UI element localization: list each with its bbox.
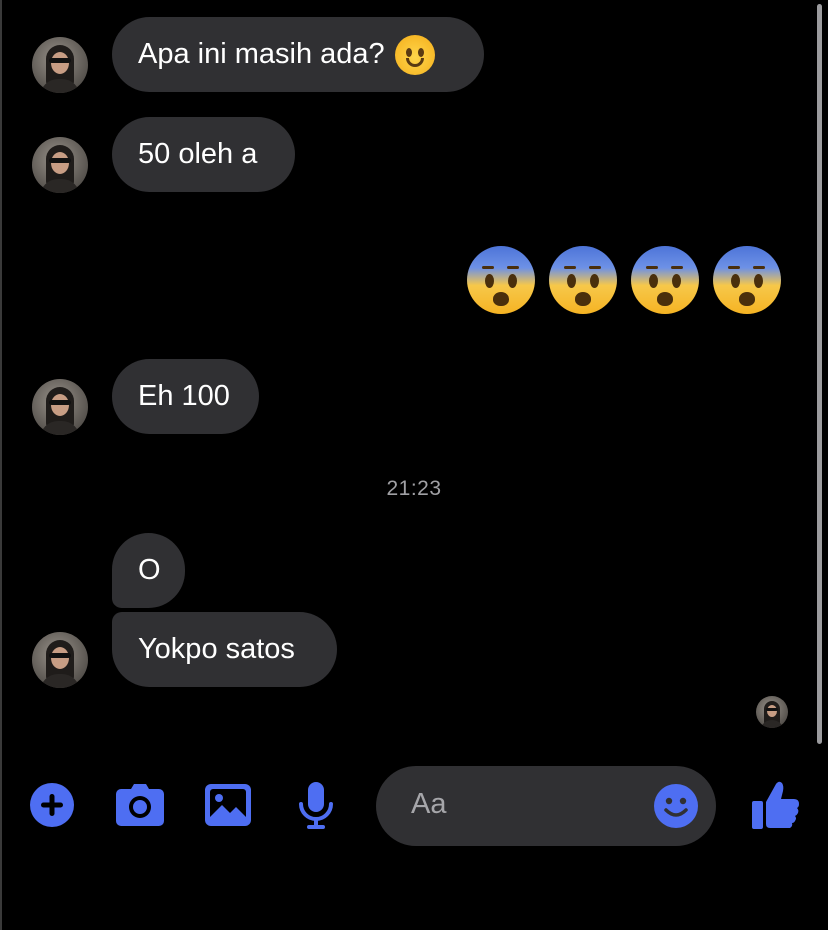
- plus-circle-icon[interactable]: [30, 783, 74, 827]
- timestamp: 21:23: [386, 477, 442, 500]
- avatar[interactable]: [32, 37, 88, 93]
- microphone-icon[interactable]: [298, 782, 334, 830]
- fearful-face-icon: [549, 246, 617, 314]
- message-bubble[interactable]: Yokpo satos: [112, 612, 337, 687]
- scrollbar[interactable]: [817, 4, 822, 744]
- message-text: Eh 100: [138, 380, 230, 412]
- message-text: O: [138, 554, 161, 586]
- message-text: Yokpo satos: [138, 633, 295, 665]
- message-bubble[interactable]: Eh 100: [112, 359, 259, 434]
- avatar[interactable]: [32, 379, 88, 435]
- message-input[interactable]: Aa: [376, 766, 716, 846]
- fearful-face-icon: [713, 246, 781, 314]
- camera-icon[interactable]: [115, 783, 165, 827]
- thumbs-up-icon[interactable]: [752, 780, 800, 830]
- emoji-icon[interactable]: [654, 784, 698, 828]
- conversation-thread[interactable]: Apa ini masih ada? 50 oleh a Eh 100 21:2…: [0, 0, 828, 750]
- message-input-placeholder: Aa: [411, 788, 447, 820]
- fearful-face-icon: [467, 246, 535, 314]
- seen-avatar: [756, 696, 788, 728]
- composer-bar: Aa: [0, 758, 828, 853]
- sent-emoji-message[interactable]: [465, 244, 781, 316]
- message-text: Apa ini masih ada?: [138, 38, 385, 70]
- avatar[interactable]: [32, 137, 88, 193]
- message-text: 50 oleh a: [138, 138, 258, 170]
- image-icon[interactable]: [205, 784, 251, 826]
- message-bubble[interactable]: Apa ini masih ada?: [112, 17, 484, 92]
- message-bubble[interactable]: 50 oleh a: [112, 117, 295, 192]
- smiling-face-icon: [394, 35, 435, 76]
- fearful-face-icon: [631, 246, 699, 314]
- message-bubble[interactable]: O: [112, 533, 185, 608]
- avatar[interactable]: [32, 632, 88, 688]
